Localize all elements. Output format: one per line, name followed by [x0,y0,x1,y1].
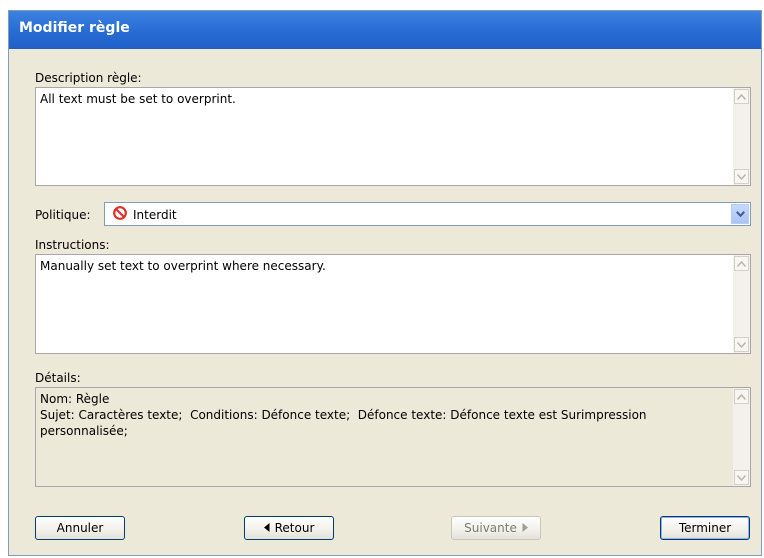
scroll-up-icon[interactable] [734,89,749,104]
policy-select[interactable]: Interdit [104,202,751,226]
dialog-title: Modifier règle [19,20,130,36]
scroll-down-icon[interactable] [734,337,749,352]
next-button[interactable]: Suivante [451,516,541,540]
description-label: Description règle: [35,71,142,85]
policy-selected-value: Interdit [133,207,177,222]
description-field[interactable]: All text must be set to overprint. [35,87,751,186]
instructions-field[interactable]: Manually set text to overprint where nec… [35,254,751,354]
scroll-up-icon[interactable] [734,256,749,271]
scroll-up-icon[interactable] [734,389,749,404]
details-field: Nom: Règle Sujet: Caractères texte; Cond… [35,387,751,487]
caret-right-icon [522,521,528,535]
title-bar: Modifier règle [9,11,761,49]
caret-left-icon [263,521,270,535]
cancel-button[interactable]: Annuler [35,516,125,540]
finish-button-label: Terminer [678,521,732,535]
details-text: Nom: Règle Sujet: Caractères texte; Cond… [40,392,647,438]
details-label: Détails: [35,371,81,385]
instructions-label: Instructions: [35,238,110,252]
cancel-button-label: Annuler [56,521,104,535]
instructions-scrollbar[interactable] [733,255,750,353]
details-scrollbar[interactable] [733,388,750,486]
scroll-down-icon[interactable] [734,169,749,184]
scroll-down-icon[interactable] [734,470,749,485]
modify-rule-dialog: Modifier règle Description règle: All te… [8,10,762,556]
description-text: All text must be set to overprint. [40,92,236,106]
description-scrollbar[interactable] [733,88,750,185]
next-button-label: Suivante [464,521,517,535]
finish-button[interactable]: Terminer [660,516,750,540]
instructions-text: Manually set text to overprint where nec… [40,259,326,273]
prohibited-icon [113,206,127,223]
policy-label: Politique: [35,208,91,222]
chevron-down-icon[interactable] [731,204,749,224]
back-button-label: Retour [274,521,315,535]
back-button[interactable]: Retour [244,516,334,540]
